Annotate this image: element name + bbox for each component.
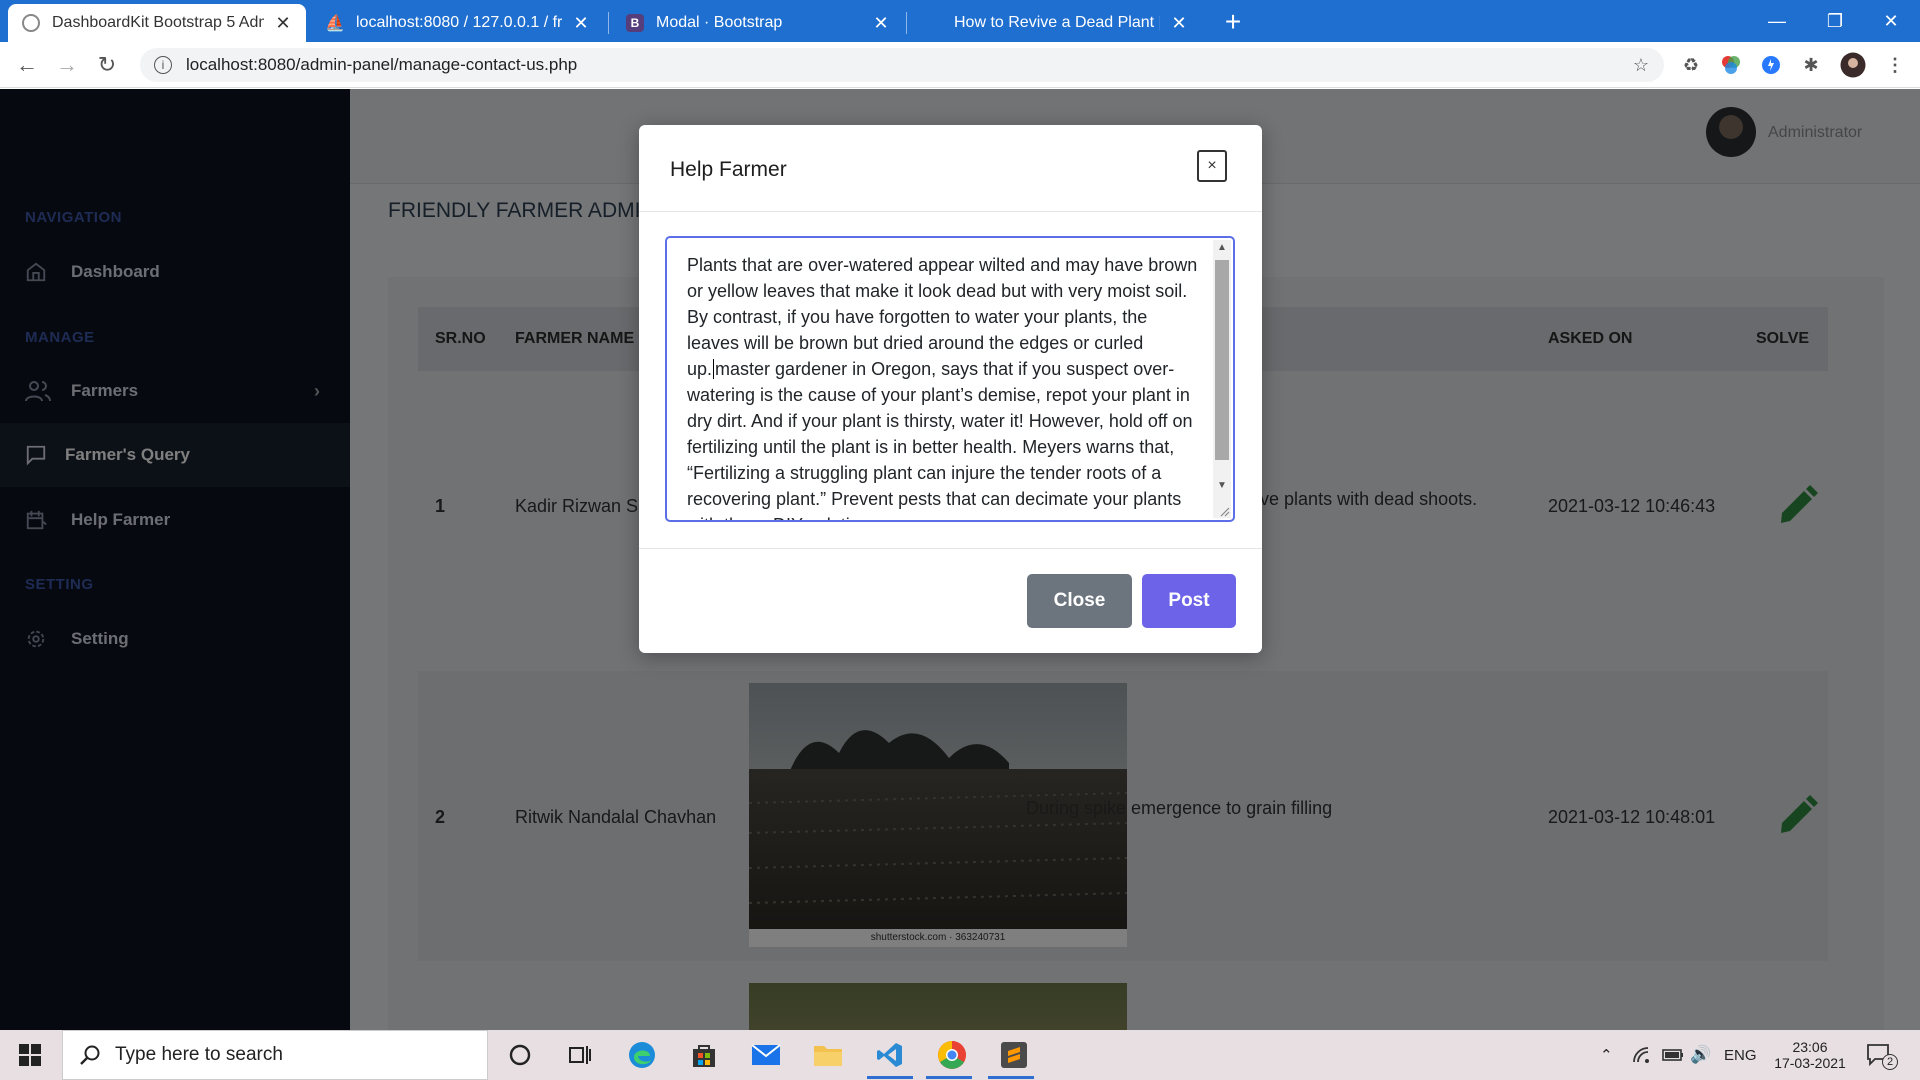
tab-revive-plant[interactable]: How to Revive a Dead Plant | Rea ✕ <box>910 4 1202 42</box>
profile-avatar-icon[interactable] <box>1840 52 1866 78</box>
notification-center-icon[interactable]: 2 <box>1866 1030 1898 1080</box>
browser-toolbar: ← → ↻ i localhost:8080/admin-panel/manag… <box>0 42 1920 88</box>
site-info-icon[interactable]: i <box>154 56 172 74</box>
resize-handle-icon[interactable] <box>1218 505 1230 517</box>
color-extension-icon[interactable] <box>1718 52 1744 78</box>
tab-bootstrap-modal[interactable]: B Modal · Bootstrap ✕ <box>612 4 904 42</box>
close-button[interactable]: Close <box>1027 574 1132 628</box>
blue-extension-icon[interactable] <box>1758 52 1784 78</box>
search-icon <box>80 1045 100 1065</box>
chrome-active-indicator <box>926 1076 972 1079</box>
tray-show-hidden-icon[interactable]: ⌃ <box>1600 1030 1613 1080</box>
help-farmer-modal: Help Farmer × Plants that are over-water… <box>639 125 1262 653</box>
store-icon[interactable] <box>686 1038 722 1072</box>
forward-arrow-icon[interactable]: → <box>52 50 82 80</box>
windows-taskbar: Type here to search ⌃ 🔊 ENG 23:06 17-03-… <box>0 1030 1920 1080</box>
post-button[interactable]: Post <box>1142 574 1236 628</box>
clock-time: 23:06 <box>1792 1039 1828 1055</box>
close-tab-icon[interactable]: ✕ <box>872 13 890 34</box>
cortana-icon[interactable] <box>502 1038 538 1072</box>
close-tab-icon[interactable]: ✕ <box>1170 13 1188 34</box>
notification-count-badge: 2 <box>1882 1054 1898 1070</box>
address-bar[interactable]: i localhost:8080/admin-panel/manage-cont… <box>140 48 1664 82</box>
answer-text: Plants that are over-watered appear wilt… <box>687 252 1199 520</box>
modal-close-icon[interactable]: × <box>1197 150 1227 182</box>
browser-tab-bar: DashboardKit Bootstrap 5 Admin ✕ ⛵ local… <box>0 0 1920 42</box>
tab-separator <box>906 12 907 34</box>
tab-phpmyadmin[interactable]: ⛵ localhost:8080 / 127.0.0.1 / friendly … <box>312 4 604 42</box>
clock-date: 17-03-2021 <box>1774 1055 1846 1071</box>
text-caret <box>713 359 715 379</box>
reload-icon[interactable]: ↻ <box>92 50 122 80</box>
scroll-up-arrow-icon[interactable]: ▲ <box>1213 242 1231 253</box>
phpmyadmin-icon: ⛵ <box>325 15 345 32</box>
chrome-icon[interactable] <box>934 1038 970 1072</box>
minimize-icon[interactable]: — <box>1748 0 1806 42</box>
vscode-active-indicator <box>867 1076 913 1079</box>
sublime-active-indicator <box>988 1076 1034 1079</box>
windows-start-icon[interactable] <box>12 1038 48 1072</box>
scroll-down-arrow-icon[interactable]: ▼ <box>1213 480 1231 491</box>
screen: DashboardKit Bootstrap 5 Admin ✕ ⛵ local… <box>0 0 1920 1080</box>
close-tab-icon[interactable]: ✕ <box>274 13 292 34</box>
recycle-extension-icon[interactable]: ♻ <box>1678 52 1704 78</box>
modal-header-divider <box>639 211 1262 212</box>
back-arrow-icon[interactable]: ← <box>12 50 42 80</box>
volume-icon[interactable]: 🔊 <box>1690 1030 1711 1080</box>
search-placeholder: Type here to search <box>115 1044 283 1065</box>
chrome-globe-icon <box>22 14 40 32</box>
close-tab-icon[interactable]: ✕ <box>572 13 590 34</box>
window-close-icon[interactable]: ✕ <box>1862 0 1920 42</box>
tab-dashboardkit[interactable]: DashboardKit Bootstrap 5 Admin ✕ <box>8 4 306 42</box>
blank-icon <box>924 14 942 32</box>
vscode-icon[interactable] <box>872 1038 908 1072</box>
network-icon[interactable] <box>1632 1030 1652 1080</box>
tab-separator <box>608 12 609 34</box>
battery-icon[interactable] <box>1662 1030 1684 1080</box>
scrollbar-thumb[interactable] <box>1215 260 1229 460</box>
modal-title: Help Farmer <box>670 158 787 181</box>
bookmark-star-icon[interactable]: ☆ <box>1628 52 1654 78</box>
textarea-scrollbar[interactable]: ▲ ▼ <box>1213 240 1231 518</box>
language-indicator[interactable]: ENG <box>1724 1030 1757 1080</box>
url-text: localhost:8080/admin-panel/manage-contac… <box>186 55 578 74</box>
new-tab-button[interactable]: + <box>1218 6 1248 38</box>
taskbar-search-box[interactable]: Type here to search <box>62 1030 488 1080</box>
mail-icon[interactable] <box>748 1038 784 1072</box>
task-view-icon[interactable] <box>562 1038 598 1072</box>
bootstrap-icon: B <box>626 14 644 32</box>
sublime-text-icon[interactable] <box>996 1038 1032 1072</box>
extensions-puzzle-icon[interactable]: ✱ <box>1798 52 1824 78</box>
restore-icon[interactable]: ❐ <box>1806 0 1864 42</box>
modal-footer-divider <box>639 548 1262 549</box>
clock[interactable]: 23:06 17-03-2021 <box>1770 1030 1850 1080</box>
answer-text-after-caret: master gardener in Oregon, says that if … <box>687 359 1193 520</box>
file-explorer-icon[interactable] <box>810 1038 846 1072</box>
browser-menu-icon[interactable]: ⋮ <box>1882 52 1908 78</box>
answer-textarea[interactable]: Plants that are over-watered appear wilt… <box>665 236 1235 522</box>
edge-browser-icon[interactable] <box>624 1038 660 1072</box>
